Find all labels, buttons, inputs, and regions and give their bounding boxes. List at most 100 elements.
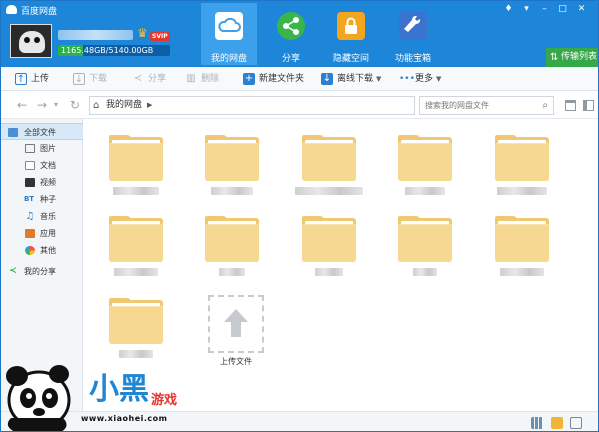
refresh-icon[interactable]: ↻ <box>68 98 82 112</box>
history-dropdown-icon[interactable]: ▾ <box>51 98 61 112</box>
sidebar-item-label: 视频 <box>40 178 56 187</box>
share-icon <box>277 12 305 40</box>
app-window: 百度网盘 ♛ SVIP 1165.48GB/5140.00GB 我的网盘 分享 <box>0 0 599 432</box>
more-label: 更多 <box>415 74 434 84</box>
more-icon: ••• <box>399 74 415 84</box>
sidebar-item-label: 音乐 <box>40 212 56 221</box>
sidebar-item-label: 文档 <box>40 161 56 170</box>
more-button[interactable]: ••• 更多 ▼ <box>399 67 441 91</box>
sidebar-item-documents[interactable]: 文档 <box>1 157 83 174</box>
header: 百度网盘 ♛ SVIP 1165.48GB/5140.00GB 我的网盘 分享 <box>1 1 598 67</box>
folder-name-blurred <box>294 268 364 276</box>
tab-label: 功能宝箱 <box>394 54 431 64</box>
tab-share[interactable]: 分享 <box>263 3 319 65</box>
search-input[interactable] <box>420 97 532 114</box>
folder-item[interactable] <box>101 298 171 370</box>
download-button[interactable]: ↓ 下载 <box>73 67 107 91</box>
folder-item[interactable] <box>197 135 267 207</box>
forward-arrow-icon[interactable]: → <box>35 98 49 112</box>
folder-item[interactable] <box>487 135 557 207</box>
tab-hidden-space[interactable]: 隐藏空间 <box>323 3 379 65</box>
folder-name-blurred <box>101 350 171 358</box>
search-box: ⌕ <box>419 96 554 115</box>
sidebar-item-all-files[interactable]: 全部文件 <box>1 123 83 140</box>
watermark-tag: 游戏 <box>151 393 178 408</box>
breadcrumb-current[interactable]: 我的网盘 <box>106 97 142 114</box>
watermark-url: www.xiaohei.com <box>81 414 168 423</box>
folder-name-blurred <box>101 187 171 195</box>
sidebar-item-other[interactable]: 其他 <box>1 242 83 259</box>
folder-item[interactable] <box>294 135 364 207</box>
sidebar-item-apps[interactable]: 应用 <box>1 225 83 242</box>
upload-label: 上传 <box>31 74 50 84</box>
folder-name-blurred <box>294 187 364 195</box>
sidebar-item-label: 应用 <box>40 229 56 238</box>
detail-view-icon[interactable] <box>583 100 594 111</box>
folder-item[interactable] <box>101 135 171 207</box>
username-blurred[interactable] <box>58 30 133 40</box>
folder-name-blurred <box>390 187 460 195</box>
folder-item[interactable] <box>390 135 460 207</box>
upload-arrow-icon <box>224 309 248 337</box>
folder-name-blurred <box>197 187 267 195</box>
notification-icon[interactable]: ♦ <box>502 3 515 15</box>
folder-item[interactable] <box>197 216 267 288</box>
tab-label: 我的网盘 <box>210 54 247 64</box>
tab-label: 分享 <box>281 54 300 64</box>
other-icon <box>25 246 35 255</box>
close-button[interactable]: ✕ <box>575 3 588 15</box>
folder-item[interactable] <box>101 216 171 288</box>
watermark-brand: 小黑 <box>89 372 149 407</box>
maximize-button[interactable]: □ <box>556 3 569 15</box>
sidebar-item-videos[interactable]: 视频 <box>1 174 83 191</box>
folder-icon <box>8 128 18 137</box>
home-icon[interactable]: ⌂ <box>93 100 99 112</box>
avatar[interactable] <box>10 24 52 58</box>
breadcrumb-separator-icon[interactable]: ▶ <box>147 97 152 114</box>
minimize-button[interactable]: – <box>538 3 551 15</box>
sidebar: 全部文件 图片 文档 视频 BT 种子 ♫ 音乐 应用 其他 ≺ 我的分享 <box>1 119 83 411</box>
list-view-icon[interactable] <box>565 100 576 111</box>
back-arrow-icon[interactable]: ← <box>15 98 29 112</box>
transfer-list-button[interactable]: ⇅ 传输列表 <box>546 48 598 67</box>
calendar-icon[interactable] <box>570 417 582 429</box>
svip-badge[interactable]: SVIP <box>150 32 170 41</box>
tab-label: 隐藏空间 <box>332 54 369 64</box>
download-label: 下载 <box>89 74 108 84</box>
grid-view-icon[interactable] <box>531 417 543 429</box>
wrench-icon <box>399 12 427 40</box>
app-icon <box>25 229 35 238</box>
search-icon[interactable]: ⌕ <box>542 99 548 112</box>
delete-button[interactable]: ▥ 删除 <box>185 67 219 91</box>
upload-button[interactable]: ↑ 上传 <box>15 67 49 91</box>
sidebar-item-torrents[interactable]: BT 种子 <box>1 191 83 208</box>
upload-file-label[interactable]: 上传文件 <box>200 356 272 367</box>
offline-download-button[interactable]: ↓ 离线下载 ▼ <box>321 67 381 91</box>
tab-my-disk[interactable]: 我的网盘 <box>201 3 257 65</box>
menu-icon[interactable]: ▾ <box>520 3 533 15</box>
upload-file-tile[interactable] <box>208 295 264 353</box>
sidebar-item-music[interactable]: ♫ 音乐 <box>1 208 83 225</box>
folder-item[interactable] <box>390 216 460 288</box>
breadcrumb[interactable]: ⌂ 我的网盘 ▶ <box>89 96 415 115</box>
cloud-icon <box>215 12 243 40</box>
tab-toolbox[interactable]: 功能宝箱 <box>385 3 441 65</box>
sidebar-item-images[interactable]: 图片 <box>1 140 83 157</box>
folder-name-blurred <box>101 268 171 276</box>
new-folder-button[interactable]: + 新建文件夹 <box>243 67 304 91</box>
folder-item[interactable] <box>487 216 557 288</box>
image-icon <box>25 144 35 153</box>
upload-icon: ↑ <box>15 73 27 85</box>
folder-item[interactable] <box>294 216 364 288</box>
sidebar-item-label: 种子 <box>40 195 56 204</box>
sidebar-item-label: 我的分享 <box>24 267 56 276</box>
music-icon: ♫ <box>25 211 35 222</box>
download-icon: ↓ <box>73 73 85 85</box>
sidebar-item-my-share[interactable]: ≺ 我的分享 <box>1 263 83 280</box>
folder-shortcut-icon[interactable] <box>551 417 563 429</box>
new-folder-label: 新建文件夹 <box>259 74 305 84</box>
video-icon <box>25 178 35 187</box>
transfer-label: 传输列表 <box>561 52 598 62</box>
share-button[interactable]: ≺ 分享 <box>132 67 166 91</box>
bt-icon: BT <box>23 195 35 203</box>
